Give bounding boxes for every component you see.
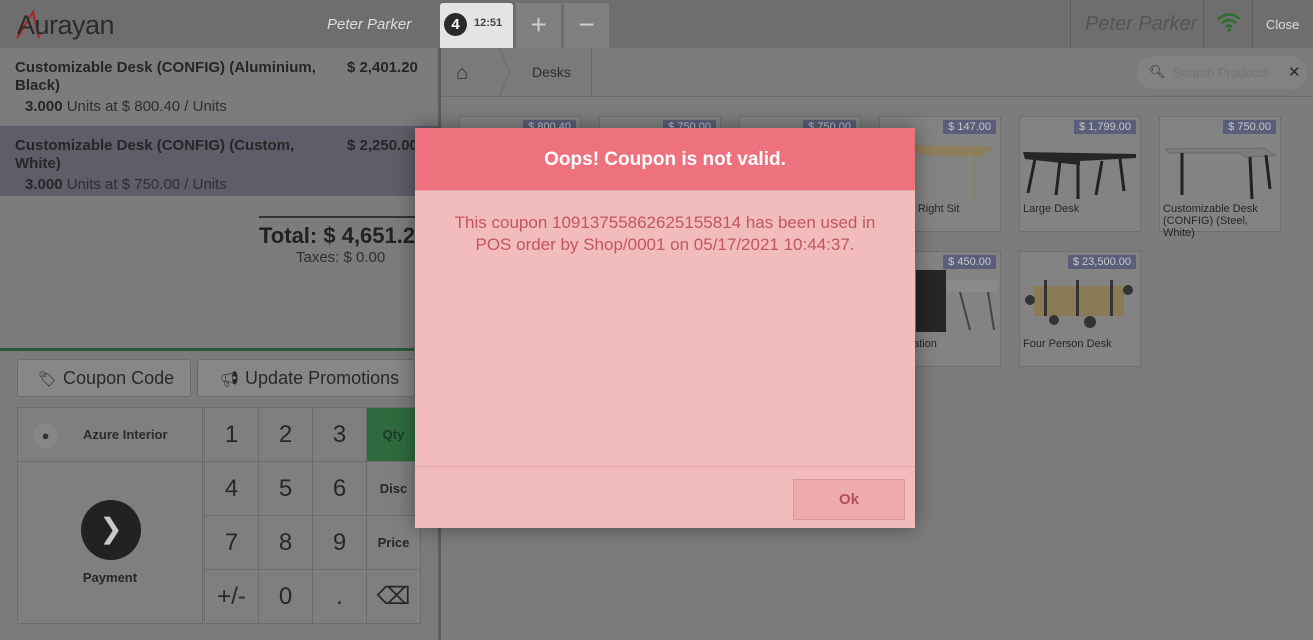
product-image: [1164, 147, 1277, 200]
numpad-key-9[interactable]: 9: [312, 515, 367, 570]
product-image: [1023, 152, 1136, 199]
logo: Aurayan: [17, 10, 115, 40]
payment-label: Payment: [82, 570, 138, 585]
product-tile[interactable]: $ 23,500.00 Four Person Desk: [1019, 251, 1141, 367]
search-input[interactable]: [1173, 65, 1283, 80]
order-line-unit: Units at $ 750.00 / Units: [66, 176, 227, 193]
numpad-key-1[interactable]: 1: [204, 407, 259, 462]
breadcrumb-desks[interactable]: Desks: [532, 64, 571, 80]
numpad-key-3[interactable]: 3: [312, 407, 367, 462]
home-icon[interactable]: ⌂: [456, 62, 468, 85]
product-price: $ 147.00: [943, 120, 996, 134]
dialog-message: This coupon 10913755862625155814 has bee…: [454, 213, 876, 254]
product-name: Four Person Desk: [1023, 338, 1112, 350]
update-promotions-button[interactable]: 📢︎ Update Promotions: [197, 359, 414, 397]
coupon-code-button[interactable]: 🏷︎ Coupon Code: [17, 359, 191, 397]
breadcrumb: ⌂ Desks 🔍︎ ✕: [441, 48, 1313, 97]
order-line-name: Customizable Desk (CONFIG) (Custom, Whit…: [15, 137, 295, 172]
order-total: Total: $ 4,651.20: [259, 223, 428, 248]
order-line-qty: 3.000: [25, 98, 63, 115]
dialog-title: Oops! Coupon is not valid.: [544, 149, 786, 170]
cashier-name-right[interactable]: Peter Parker: [1085, 13, 1197, 36]
dialog-header: Oops! Coupon is not valid.: [415, 128, 915, 191]
order-line-price: $ 2,401.20: [347, 59, 418, 76]
product-image: [1025, 280, 1133, 328]
order-taxes: Taxes: $ 0.00: [296, 249, 386, 266]
clear-search-icon[interactable]: ✕: [1288, 63, 1301, 81]
order-time: 12:51: [474, 17, 503, 29]
product-price: $ 750.00: [1223, 120, 1276, 134]
remove-order-button[interactable]: −: [564, 3, 609, 48]
product-price: $ 450.00: [943, 255, 996, 269]
numpad-key-4[interactable]: 4: [204, 461, 259, 516]
breadcrumb-separator: [499, 48, 511, 97]
total-divider: [259, 216, 438, 218]
wifi-status[interactable]: [1203, 0, 1253, 48]
order-line-selected[interactable]: Customizable Desk (CONFIG) (Custom, Whit…: [0, 126, 438, 196]
product-price: $ 1,799.00: [1074, 120, 1136, 134]
numpad-key-5[interactable]: 5: [258, 461, 313, 516]
product-tile[interactable]: $ 1,799.00 Large Desk: [1019, 116, 1141, 232]
customer-name: Azure Interior: [83, 427, 168, 442]
order-line-unit: Units at $ 800.40 / Units: [66, 98, 227, 115]
cashier-name[interactable]: Peter Parker: [327, 16, 411, 33]
order-number-badge: 4: [444, 13, 467, 36]
product-tile[interactable]: $ 750.00 Customizable Desk (CONFIG) (Ste…: [1159, 116, 1281, 239]
search-box[interactable]: 🔍︎ ✕: [1136, 56, 1307, 89]
top-bar: Aurayan Peter Parker 4 12:51 + − Peter P…: [0, 0, 1313, 48]
tag-icon: 🏷︎: [38, 371, 58, 388]
wifi-icon: [1217, 13, 1241, 32]
numpad-key-dot[interactable]: .: [312, 569, 367, 624]
order-line-price: $ 2,250.00: [347, 137, 418, 154]
disc-mode-button[interactable]: Disc: [366, 461, 421, 516]
ok-button[interactable]: Ok: [793, 479, 905, 520]
numpad-key-8[interactable]: 8: [258, 515, 313, 570]
numpad-key-2[interactable]: 2: [258, 407, 313, 462]
order-line-info: 3.000 Units at $ 750.00 / Units: [25, 176, 227, 193]
numpad-key-0[interactable]: 0: [258, 569, 313, 624]
dialog-footer: Ok: [415, 466, 915, 528]
add-order-button[interactable]: +: [516, 3, 561, 48]
order-tab[interactable]: 4 12:51: [440, 3, 513, 48]
order-lines: Customizable Desk (CONFIG) (Aluminium, B…: [0, 48, 438, 348]
backspace-icon[interactable]: ⌫: [366, 569, 421, 624]
order-line[interactable]: Customizable Desk (CONFIG) (Aluminium, B…: [0, 48, 438, 126]
product-name: Large Desk: [1023, 203, 1080, 215]
numpad-key-plus-minus[interactable]: +/-: [204, 569, 259, 624]
coupon-error-dialog: Oops! Coupon is not valid. This coupon 1…: [415, 128, 915, 528]
price-mode-button[interactable]: Price: [366, 515, 421, 570]
user-icon: ●: [33, 423, 58, 448]
order-line-name: Customizable Desk (CONFIG) (Aluminium, B…: [15, 59, 316, 94]
product-price: $ 23,500.00: [1067, 255, 1136, 269]
numpad-key-7[interactable]: 7: [204, 515, 259, 570]
qty-mode-button[interactable]: Qty: [366, 407, 421, 462]
product-name: Customizable Desk (CONFIG) (Steel, White…: [1163, 203, 1258, 239]
chevron-right-icon: ❯: [81, 500, 141, 560]
coupon-code-label: Coupon Code: [63, 368, 175, 388]
customer-button[interactable]: ● Azure Interior: [17, 407, 203, 462]
search-icon: 🔍︎: [1149, 64, 1166, 79]
order-line-info: 3.000 Units at $ 800.40 / Units: [25, 98, 227, 115]
close-button[interactable]: Close: [1266, 17, 1299, 32]
breadcrumb-end: [591, 48, 592, 97]
payment-button[interactable]: ❯ Payment: [17, 462, 203, 624]
numpad-key-6[interactable]: 6: [312, 461, 367, 516]
order-line-qty: 3.000: [25, 176, 63, 193]
bullhorn-icon: 📢︎: [220, 371, 240, 388]
update-promotions-label: Update Promotions: [245, 368, 400, 388]
